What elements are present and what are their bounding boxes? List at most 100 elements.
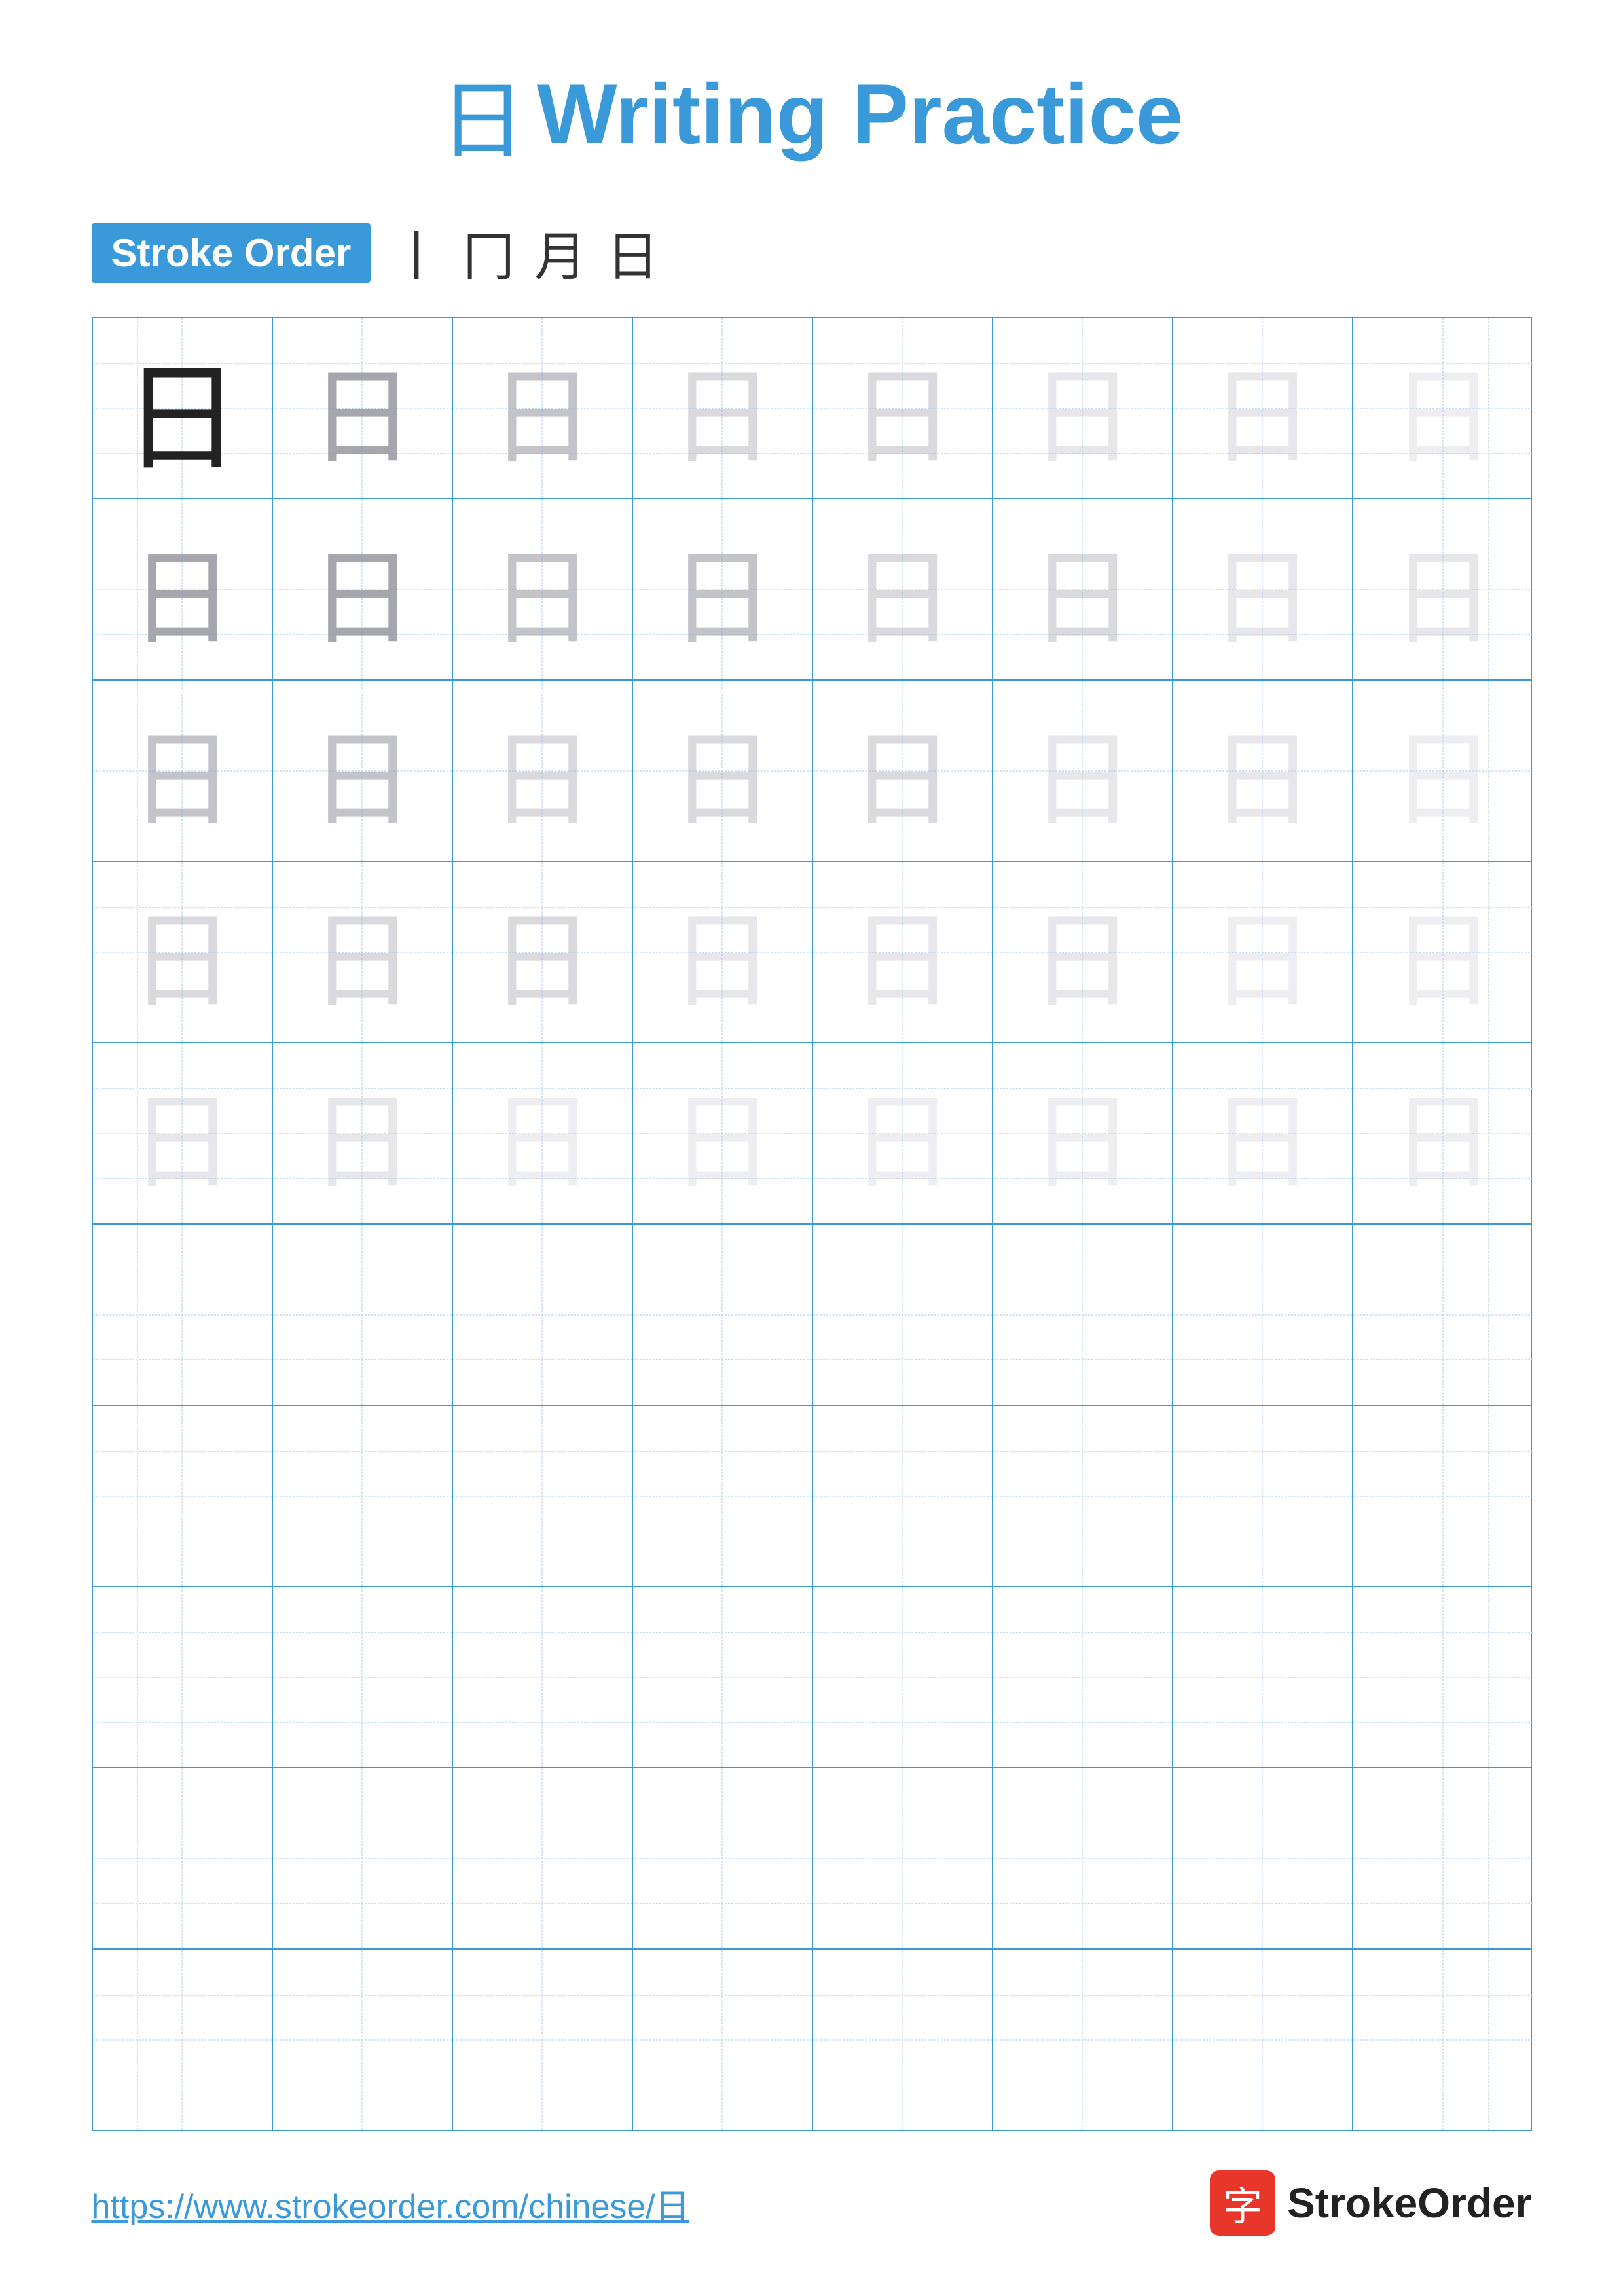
- grid-row-empty: [93, 1225, 1531, 1406]
- grid-cell[interactable]: 日: [453, 1043, 633, 1223]
- grid-cell[interactable]: 日: [1353, 681, 1533, 861]
- grid-cell[interactable]: 日: [273, 318, 453, 498]
- stroke-order-badge: Stroke Order: [92, 223, 371, 283]
- grid-cell[interactable]: [93, 1587, 273, 1767]
- grid-cell[interactable]: [633, 1587, 813, 1767]
- grid-cell[interactable]: 日: [633, 681, 813, 861]
- grid-cell[interactable]: 日: [993, 499, 1173, 679]
- grid-cell[interactable]: 日: [93, 1043, 273, 1223]
- grid-cell[interactable]: [453, 1225, 633, 1405]
- grid-cell[interactable]: 日: [453, 318, 633, 498]
- grid-cell[interactable]: [1353, 1406, 1533, 1586]
- grid-cell[interactable]: 日: [1353, 1043, 1533, 1223]
- stroke-step-4: 日: [606, 215, 659, 291]
- grid-cell[interactable]: 日: [633, 1043, 813, 1223]
- grid-cell[interactable]: 日: [1173, 499, 1353, 679]
- grid-cell[interactable]: 日: [633, 499, 813, 679]
- grid-row: 日 日 日 日 日 日 日 日: [93, 681, 1531, 862]
- grid-cell[interactable]: [633, 1406, 813, 1586]
- grid-cell[interactable]: [993, 1950, 1173, 2130]
- grid-cell[interactable]: 日: [93, 681, 273, 861]
- brand-char: 字: [1223, 2175, 1262, 2232]
- grid-cell[interactable]: 日: [1173, 862, 1353, 1042]
- grid-row-empty: [93, 1406, 1531, 1587]
- grid-cell[interactable]: 日: [633, 318, 813, 498]
- grid-cell[interactable]: 日: [453, 499, 633, 679]
- grid-cell[interactable]: [1353, 1768, 1533, 1948]
- grid-cell[interactable]: [813, 1406, 993, 1586]
- grid-cell[interactable]: [993, 1587, 1173, 1767]
- grid-cell[interactable]: [273, 1768, 453, 1948]
- grid-row-empty: [93, 1950, 1531, 2130]
- footer-url[interactable]: https://www.strokeorder.com/chinese/日: [92, 2179, 689, 2228]
- grid-cell[interactable]: [1173, 1950, 1353, 2130]
- grid-cell[interactable]: [1173, 1406, 1353, 1586]
- grid-cell[interactable]: [453, 1406, 633, 1586]
- grid-row: 日 日 日 日 日 日 日 日: [93, 1043, 1531, 1225]
- grid-cell[interactable]: [273, 1225, 453, 1405]
- grid-cell[interactable]: 日: [813, 318, 993, 498]
- grid-cell[interactable]: [93, 1950, 273, 2130]
- grid-row-empty: [93, 1587, 1531, 1768]
- grid-cell[interactable]: [273, 1587, 453, 1767]
- grid-cell[interactable]: 日: [453, 862, 633, 1042]
- footer-brand: 字 StrokeOrder: [1210, 2170, 1531, 2236]
- grid-cell[interactable]: 日: [273, 862, 453, 1042]
- grid-cell[interactable]: 日: [1353, 499, 1533, 679]
- grid-cell[interactable]: [93, 1225, 273, 1405]
- grid-cell[interactable]: 日: [1353, 862, 1533, 1042]
- grid-cell[interactable]: 日: [993, 862, 1173, 1042]
- grid-cell[interactable]: [93, 1406, 273, 1586]
- stroke-step-2: 冂: [462, 215, 515, 291]
- grid-cell[interactable]: [273, 1950, 453, 2130]
- grid-cell[interactable]: 日: [993, 1043, 1173, 1223]
- grid-cell[interactable]: [813, 1950, 993, 2130]
- grid-cell[interactable]: 日: [93, 318, 273, 498]
- grid-cell[interactable]: 日: [273, 681, 453, 861]
- grid-cell[interactable]: 日: [1173, 318, 1353, 498]
- grid-cell[interactable]: 日: [813, 681, 993, 861]
- grid-cell[interactable]: 日: [273, 1043, 453, 1223]
- grid-cell[interactable]: 日: [813, 862, 993, 1042]
- grid-cell[interactable]: 日: [1173, 681, 1353, 861]
- grid-cell[interactable]: 日: [93, 862, 273, 1042]
- grid-cell[interactable]: [633, 1225, 813, 1405]
- grid-cell[interactable]: [1173, 1225, 1353, 1405]
- grid-cell[interactable]: 日: [453, 681, 633, 861]
- grid-cell[interactable]: 日: [1353, 318, 1533, 498]
- stroke-step-1: 丨: [390, 215, 443, 291]
- grid-cell[interactable]: 日: [813, 499, 993, 679]
- brand-name: StrokeOrder: [1287, 2179, 1531, 2227]
- grid-cell[interactable]: 日: [993, 318, 1173, 498]
- grid-cell[interactable]: 日: [813, 1043, 993, 1223]
- grid-cell[interactable]: [1353, 1587, 1533, 1767]
- grid-cell[interactable]: 日: [633, 862, 813, 1042]
- grid-cell[interactable]: [1353, 1225, 1533, 1405]
- grid-cell[interactable]: [453, 1950, 633, 2130]
- grid-cell[interactable]: 日: [273, 499, 453, 679]
- grid-cell[interactable]: [1353, 1950, 1533, 2130]
- grid-cell[interactable]: [993, 1768, 1173, 1948]
- footer: https://www.strokeorder.com/chinese/日 字 …: [92, 2170, 1532, 2275]
- grid-cell[interactable]: [273, 1406, 453, 1586]
- grid-cell[interactable]: 日: [1173, 1043, 1353, 1223]
- grid-cell[interactable]: [1173, 1587, 1353, 1767]
- grid-row: 日 日 日 日 日 日 日 日: [93, 318, 1531, 499]
- grid-cell[interactable]: [813, 1768, 993, 1948]
- grid-cell[interactable]: [93, 1768, 273, 1948]
- practice-grid: 日 日 日 日 日 日 日 日: [92, 317, 1532, 2131]
- stroke-step-3: 月: [534, 215, 587, 291]
- grid-cell[interactable]: [633, 1768, 813, 1948]
- grid-cell[interactable]: [453, 1768, 633, 1948]
- grid-cell[interactable]: [453, 1587, 633, 1767]
- grid-cell[interactable]: [813, 1225, 993, 1405]
- grid-cell[interactable]: [813, 1587, 993, 1767]
- title-character: 日: [440, 52, 525, 175]
- brand-icon: 字: [1210, 2170, 1275, 2236]
- grid-cell[interactable]: 日: [993, 681, 1173, 861]
- grid-cell[interactable]: 日: [93, 499, 273, 679]
- grid-cell[interactable]: [993, 1225, 1173, 1405]
- grid-cell[interactable]: [1173, 1768, 1353, 1948]
- grid-cell[interactable]: [633, 1950, 813, 2130]
- grid-cell[interactable]: [993, 1406, 1173, 1586]
